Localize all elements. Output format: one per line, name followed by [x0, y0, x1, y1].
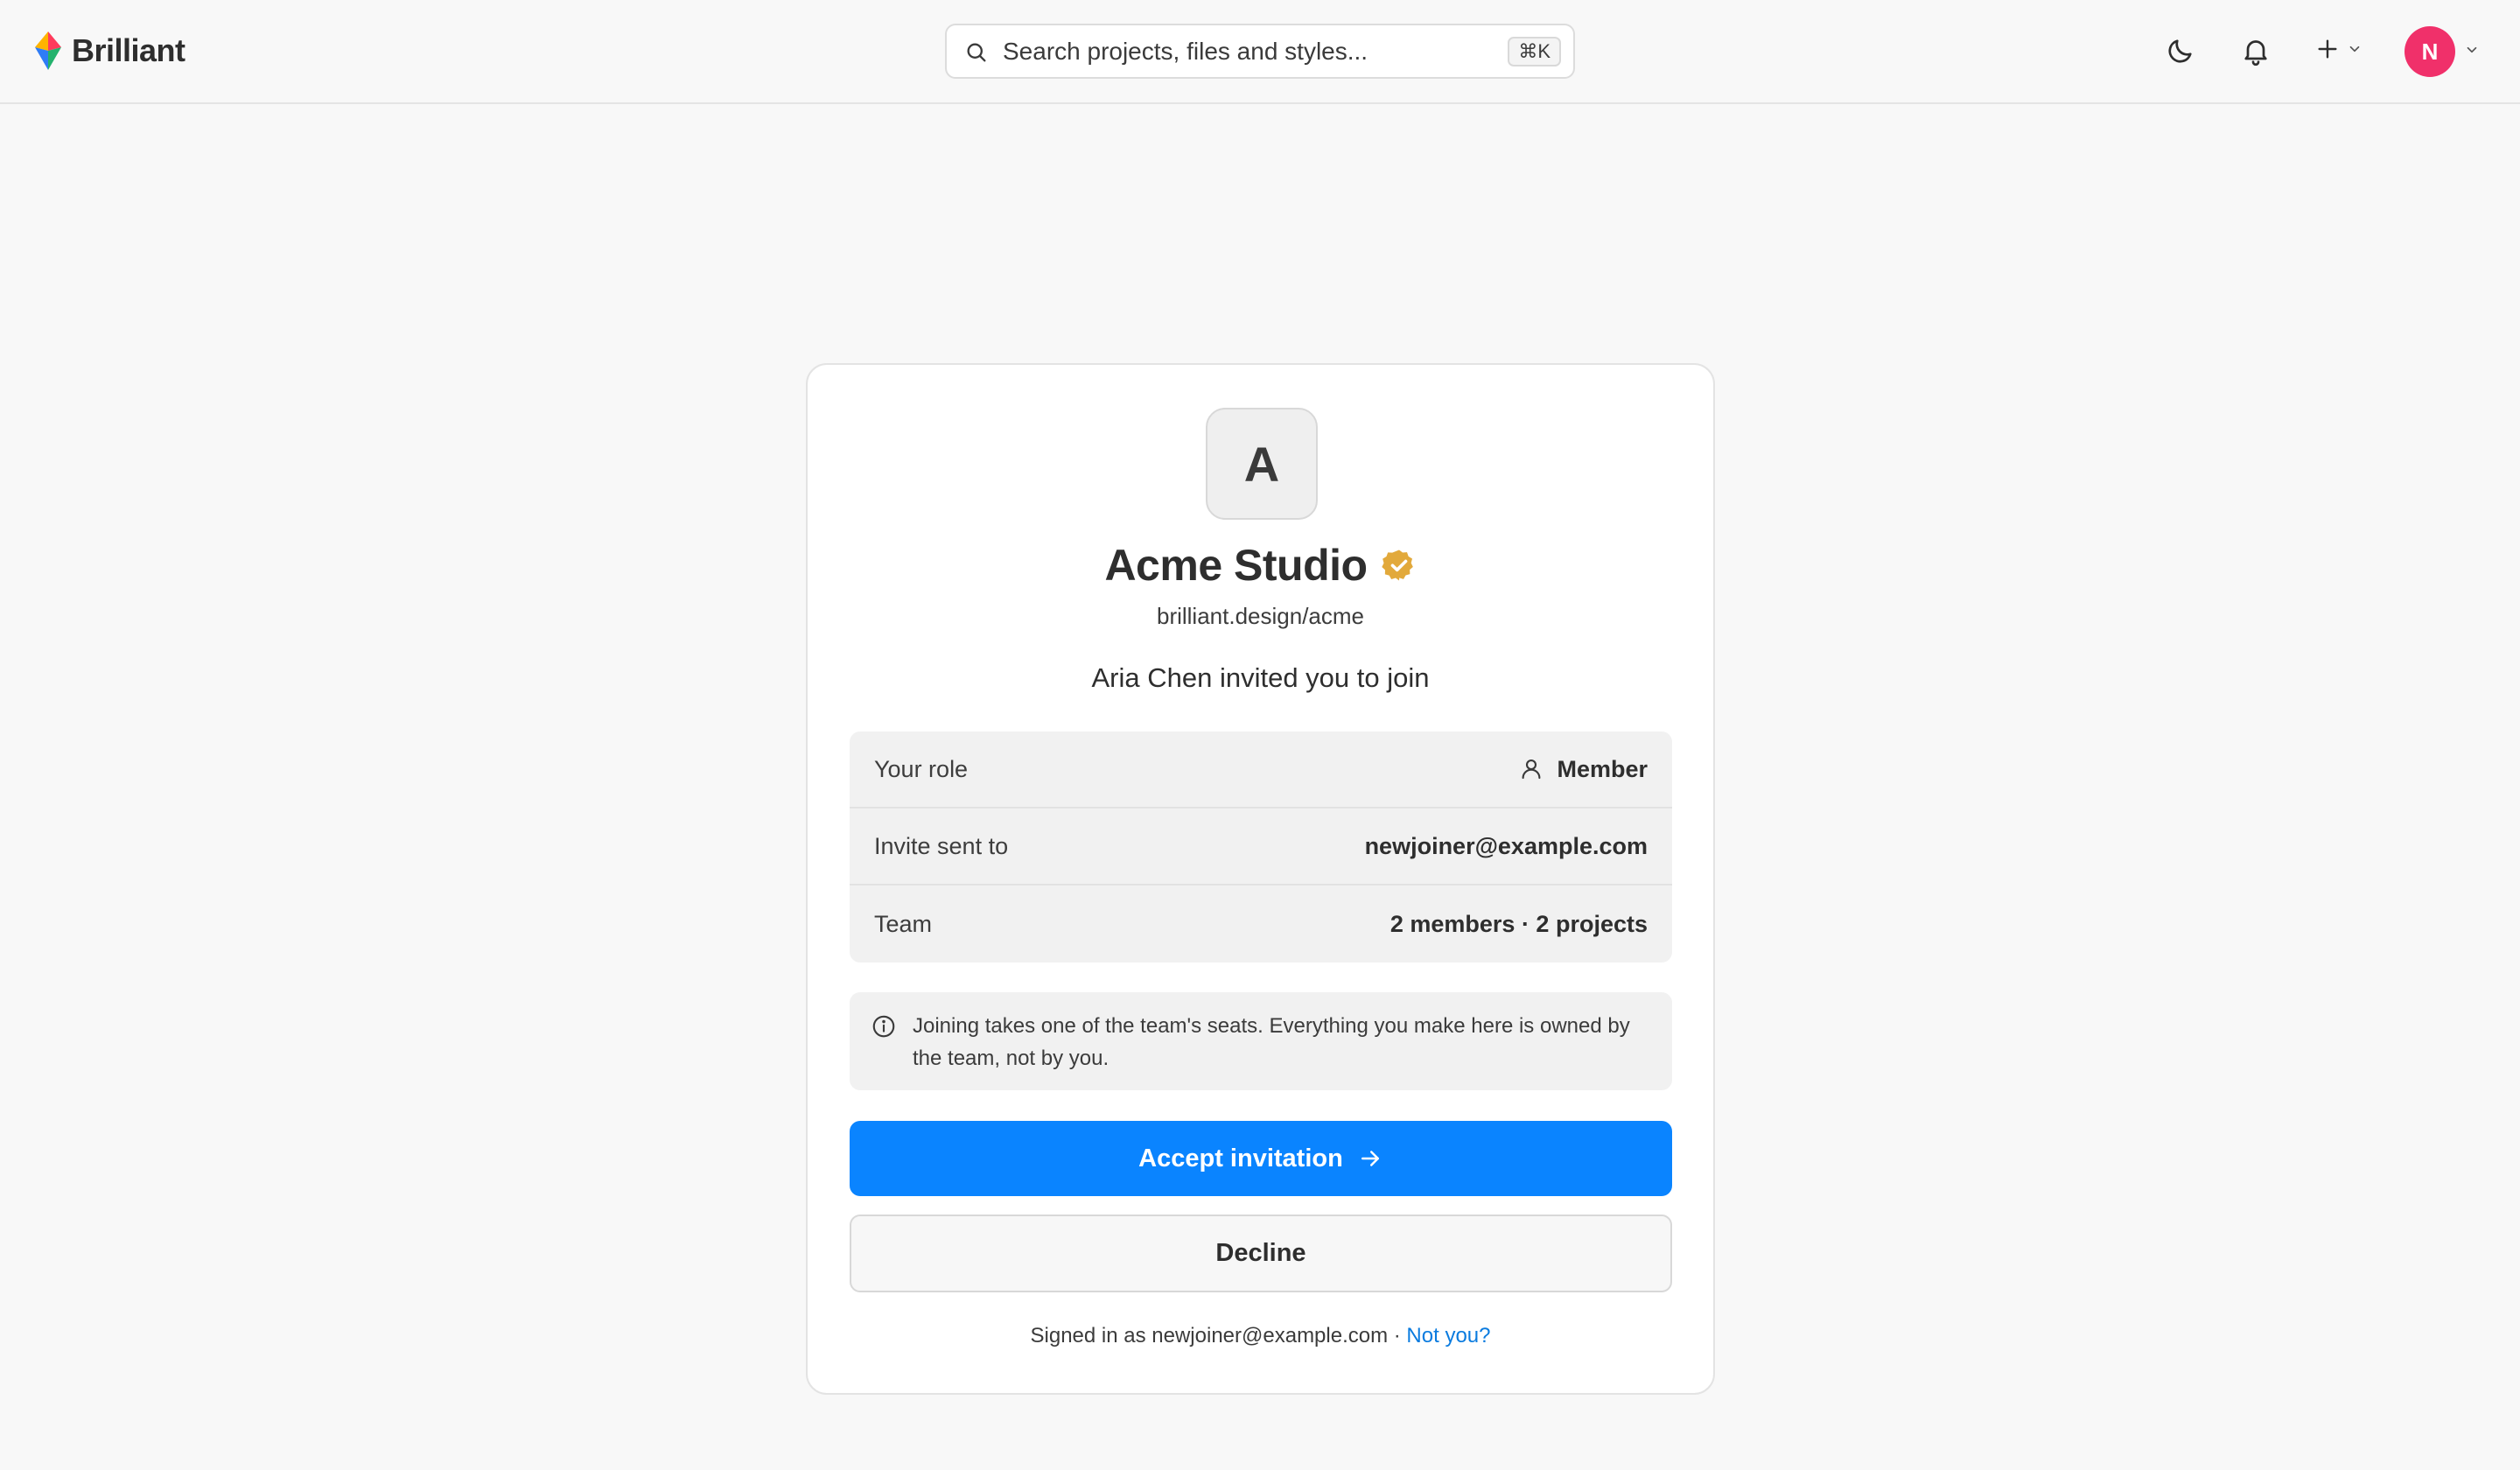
invite-details-table: Your role Member Invite sent to newjoine…: [850, 732, 1672, 962]
detail-label: Invite sent to: [874, 832, 1009, 859]
chevron-down-icon: [2455, 42, 2480, 62]
detail-row-role: Your role Member: [850, 732, 1672, 808]
brilliant-logo-icon: [35, 32, 61, 70]
search-input[interactable]: [1003, 34, 1475, 69]
seat-notice: Joining takes one of the team's seats. E…: [850, 992, 1672, 1090]
search-icon: [967, 43, 986, 62]
accept-invitation-button[interactable]: Accept invitation: [850, 1121, 1672, 1196]
theme-toggle-button[interactable]: [2161, 32, 2200, 70]
search-shortcut-badge: ⌘K: [1508, 37, 1561, 66]
role-value: Member: [1557, 755, 1648, 782]
decline-invitation-button[interactable]: Decline: [850, 1214, 1672, 1292]
detail-value: Member: [1518, 756, 1648, 783]
detail-label: Team: [874, 910, 933, 937]
notice-text: Joining takes one of the team's seats. E…: [913, 1014, 1630, 1070]
info-icon: [872, 1015, 895, 1038]
signed-in-text: Signed in as newjoiner@example.com ·: [1030, 1324, 1407, 1348]
accept-label: Accept invitation: [1138, 1144, 1343, 1172]
account-menu-button[interactable]: N: [2404, 26, 2480, 77]
team-avatar: A: [1206, 408, 1318, 520]
avatar: N: [2404, 26, 2455, 77]
detail-value: newjoiner@example.com: [1364, 832, 1648, 859]
team-url: brilliant.design/acme: [1156, 603, 1364, 629]
brand-name: Brilliant: [72, 32, 186, 68]
signed-in-footer: Signed in as newjoiner@example.com · Not…: [808, 1324, 1713, 1348]
moon-icon: [2168, 39, 2192, 63]
detail-label: Your role: [874, 755, 969, 782]
detail-row-email: Invite sent to newjoiner@example.com: [850, 808, 1672, 886]
chevron-down-icon: [2342, 41, 2362, 61]
detail-value: 2 members · 2 projects: [1390, 910, 1648, 937]
inviter-message: Aria Chen invited you to join: [1091, 662, 1430, 693]
create-new-menu-button[interactable]: [2314, 33, 2362, 68]
team-name: Acme Studio: [1104, 541, 1368, 590]
not-you-link[interactable]: Not you?: [1406, 1324, 1490, 1348]
user-icon: [1522, 759, 1541, 780]
brand-logo-link[interactable]: Brilliant: [33, 30, 186, 72]
team-title: Acme Studio: [808, 540, 1713, 591]
top-bar: Brilliant ⌘K N: [0, 0, 2520, 104]
decline-label: Decline: [1215, 1239, 1306, 1267]
invitation-card: A Acme Studio brilliant.design/acme Aria…: [806, 363, 1715, 1395]
bell-icon: [2244, 40, 2267, 66]
verified-badge-icon: [1381, 550, 1413, 581]
detail-row-team: Team 2 members · 2 projects: [850, 886, 1672, 962]
search-bar[interactable]: ⌘K: [945, 24, 1575, 79]
arrow-right-icon: [1361, 1151, 1379, 1166]
plus-icon: [2314, 35, 2342, 67]
notifications-button[interactable]: [2236, 32, 2275, 70]
